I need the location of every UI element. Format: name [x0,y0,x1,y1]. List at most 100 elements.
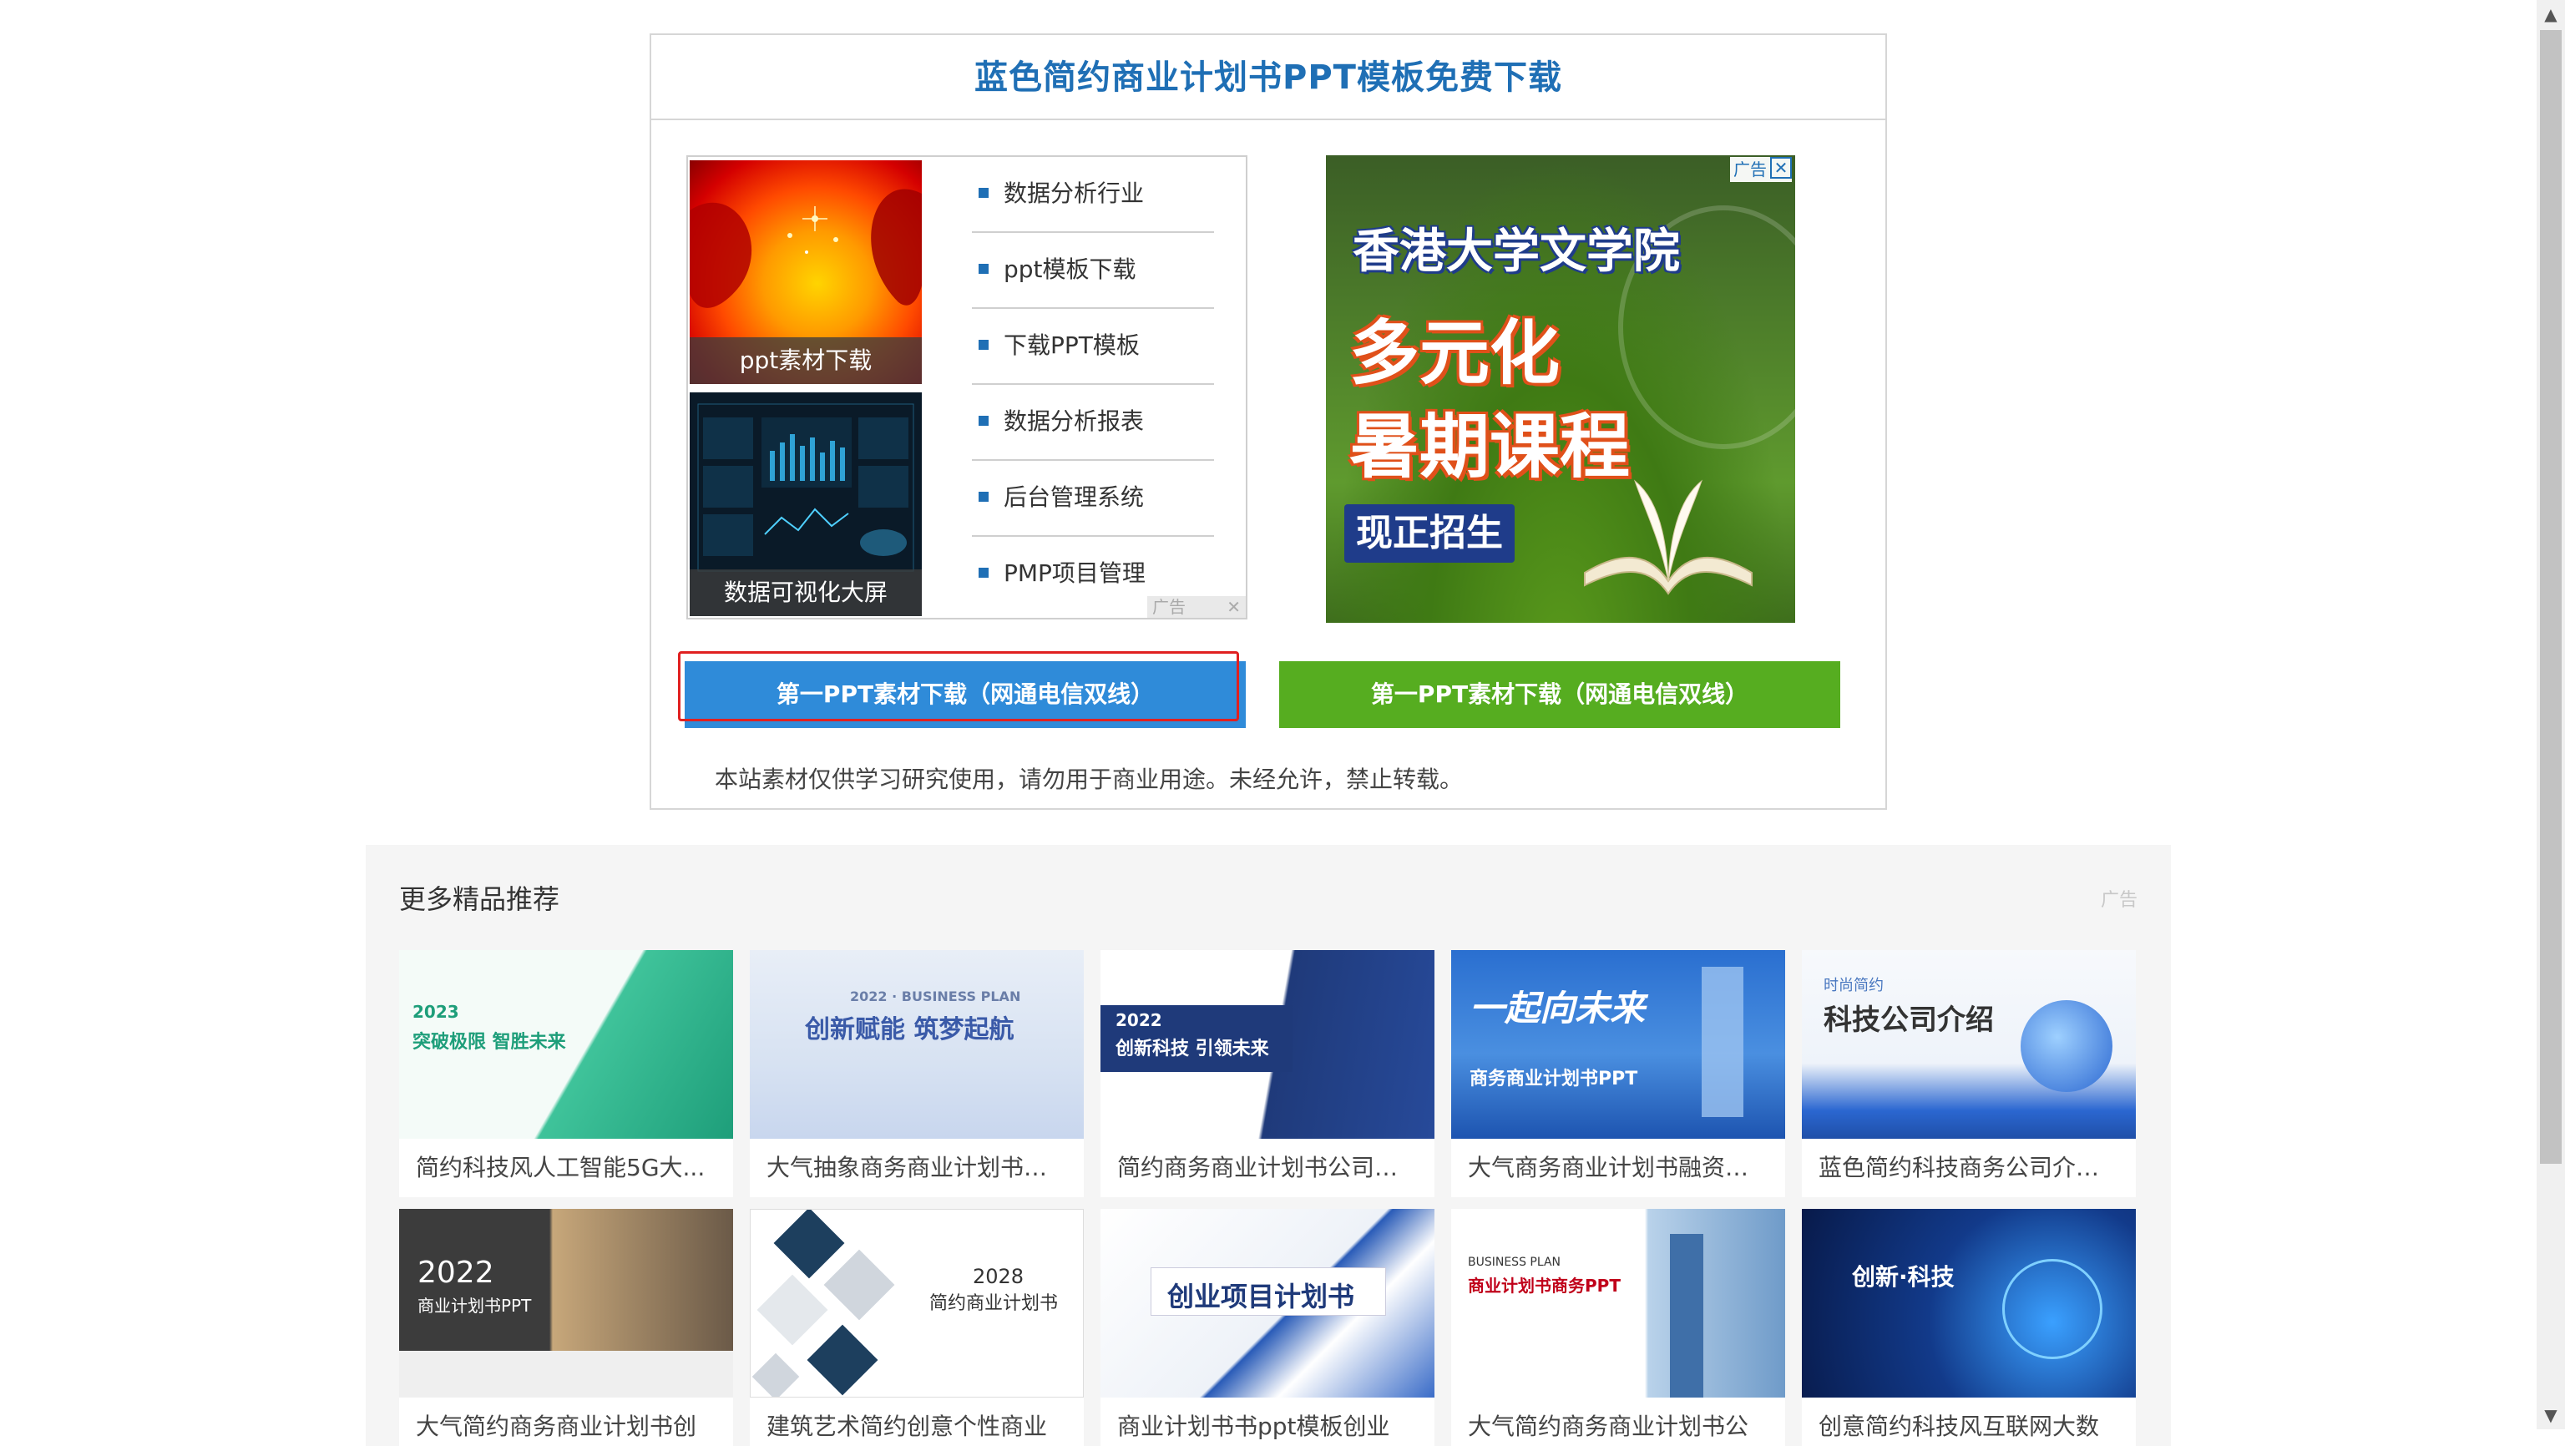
card-title: 简约科技风人工智能5G大... [416,1154,706,1181]
thumb-text: 2028 [973,1265,1024,1288]
ad-subheadline: 多元化 [1349,312,1561,394]
thumb-text: 2022 · BUSINESS PLAN [850,988,1021,1004]
template-card[interactable]: 2022 创新科技 引领未来 简约商务商业计划书公司介... [1100,950,1434,1197]
recommend-section: 更多精品推荐 广告 2023 突破极限 智胜未来 简约科技风人工智能5G大...… [366,845,2171,1456]
card-title: 简约商务商业计划书公司介... [1117,1154,1420,1181]
thumb-text: 创新·科技 [1852,1263,1955,1291]
card-thumbnail: 创新·科技 [1802,1209,2136,1398]
thumb-caption: ppt素材下载 [690,337,922,384]
card-thumbnail: 2022 · BUSINESS PLAN 创新赋能 筑梦起航 [750,950,1084,1139]
card-title: 创意简约科技风互联网大数 [1819,1413,2100,1440]
ad-thumb-data-screen[interactable]: 数据可视化大屏 [690,392,922,616]
bullet-icon [979,416,989,426]
ad-headline: 香港大学文学院 [1353,225,1680,279]
ad-badge-label: 广告 [1152,597,1186,617]
ad-link[interactable]: 下载PPT模板 [972,309,1214,385]
card-title: 大气商务商业计划书融资计... [1468,1154,1771,1181]
template-card[interactable]: 2028 简约商业计划书 建筑艺术简约创意个性商业 [750,1209,1084,1456]
thumb-text: 商业计划书PPT [417,1296,532,1316]
thumb-text: 创新科技 引领未来 [1116,1039,1269,1059]
ad-label: 广告 [2100,890,2138,911]
thumb-text: 2022 [1116,1010,1162,1030]
template-card[interactable]: 创业项目计划书 商业计划书书ppt模板创业 [1100,1209,1434,1456]
card-thumbnail: 时尚简约 科技公司介绍 [1802,950,2136,1139]
bullet-icon [979,264,989,274]
thumb-caption: 数据可视化大屏 [690,569,922,616]
copyright-notice: 本站素材仅供学习研究使用，请勿用于商业用途。未经允许，禁止转载。 [715,766,1464,793]
ad-badge-label: 广告 [1733,159,1767,179]
bullet-icon [979,340,989,350]
template-card[interactable]: 时尚简约 科技公司介绍 蓝色简约科技商务公司介绍... [1802,950,2136,1197]
thumb-text: 创新赋能 筑梦起航 [805,1015,1014,1044]
card-thumbnail: 一起向未来 商务商业计划书PPT [1451,950,1785,1139]
ad-link-label: ppt模板下载 [1004,255,1136,283]
ad-right-banner[interactable]: 香港大学文学院 多元化 暑期课程 现正招生 广告 ✕ [1326,155,1795,623]
ad-left-unit: ppt素材下载 数据可视化大屏 数据分析行业 ppt模板下载 下载PPT模板 数… [686,155,1247,619]
card-title: 大气简约商务商业计划书创 [416,1413,697,1440]
download-title: 蓝色简约商业计划书PPT模板免费下载 [651,35,1885,120]
ad-link-label: 数据分析行业 [1004,179,1145,207]
ad-cta[interactable]: 现正招生 [1344,504,1515,563]
ad-link-label: 下载PPT模板 [1004,331,1140,359]
diamond-pattern-graphic [751,1210,895,1397]
template-card[interactable]: BUSINESS PLAN 商业计划书商务PPT 大气简约商务商业计划书公 [1451,1209,1785,1456]
card-title: 建筑艺术简约创意个性商业 [766,1413,1048,1440]
card-thumbnail: 2022 创新科技 引领未来 [1100,950,1434,1139]
building-graphic [1702,967,1743,1117]
thumb-text: 商业计划书商务PPT [1468,1276,1621,1296]
globe-graphic [2021,1000,2112,1092]
card-title: 大气简约商务商业计划书公 [1468,1413,1749,1440]
download-button-green[interactable]: 第一PPT素材下载（网通电信双线） [1279,661,1840,728]
scroll-down-icon[interactable]: ▼ [2537,1401,2565,1429]
template-card[interactable]: 2022 商业计划书PPT 大气简约商务商业计划书创 [399,1209,733,1456]
scroll-thumb[interactable] [2540,30,2562,1164]
card-thumbnail: 创业项目计划书 [1100,1209,1434,1398]
thumb-text: 科技公司介绍 [1824,1004,1994,1037]
thumb-band [399,1351,733,1398]
thumb-text: BUSINESS PLAN [1468,1256,1561,1269]
thumb-text: 2023 [412,1002,459,1022]
bullet-icon [979,568,989,578]
card-thumbnail: 2028 简约商业计划书 [750,1209,1084,1398]
thumb-text: 2022 [417,1256,494,1290]
ad-link[interactable]: 数据分析报表 [972,385,1214,461]
template-card[interactable]: 2023 突破极限 智胜未来 简约科技风人工智能5G大... [399,950,733,1197]
bullet-icon [979,188,989,198]
ad-badge[interactable]: 广告 ✕ [1147,596,1246,618]
ad-link-list: 数据分析行业 ppt模板下载 下载PPT模板 数据分析报表 后台管理系统 PMP… [972,157,1214,613]
ad-link-label: PMP项目管理 [1004,559,1146,587]
ad-link-label: 后台管理系统 [1004,483,1145,511]
download-box: 蓝色简约商业计划书PPT模板免费下载 ppt素材下载 数据可视化大屏 数据分析行… [650,33,1887,810]
building-graphic [1670,1234,1703,1398]
card-thumbnail: 2022 商业计划书PPT [399,1209,733,1398]
card-title: 蓝色简约科技商务公司介绍... [1819,1154,2122,1181]
section-title: 更多精品推荐 [399,883,560,915]
bullet-icon [979,492,989,502]
ad-thumb-ppt-material[interactable]: ppt素材下载 [690,160,922,384]
close-icon[interactable]: ✕ [1227,596,1241,618]
card-title: 大气抽象商务商业计划书项... [766,1154,1070,1181]
thumb-text: 一起向未来 [1470,988,1646,1029]
thumb-text: 突破极限 智胜未来 [412,1032,566,1053]
card-thumbnail: 2023 突破极限 智胜未来 [399,950,733,1139]
scroll-up-icon[interactable]: ▲ [2537,0,2565,28]
thumb-text: 创业项目计划书 [1167,1281,1355,1312]
open-book-icon [1584,479,1753,595]
close-icon[interactable]: ✕ [1770,157,1792,179]
template-card[interactable]: 2022 · BUSINESS PLAN 创新赋能 筑梦起航 大气抽象商务商业计… [750,950,1084,1197]
scrollbar[interactable]: ▲ ▼ [2537,0,2565,1429]
ad-link-label: 数据分析报表 [1004,407,1145,435]
thumb-text: 时尚简约 [1824,977,1884,994]
card-thumbnail: BUSINESS PLAN 商业计划书商务PPT [1451,1209,1785,1398]
card-title: 商业计划书书ppt模板创业 [1117,1413,1390,1440]
globe-graphic [2002,1259,2102,1359]
ad-link[interactable]: 数据分析行业 [972,157,1214,233]
ad-link[interactable]: 后台管理系统 [972,461,1214,537]
thumb-text: 简约商业计划书 [929,1293,1059,1314]
template-card[interactable]: 创新·科技 创意简约科技风互联网大数 [1802,1209,2136,1456]
ad-link[interactable]: ppt模板下载 [972,233,1214,309]
focus-highlight [678,651,1239,721]
template-card[interactable]: 一起向未来 商务商业计划书PPT 大气商务商业计划书融资计... [1451,950,1785,1197]
ad-badge[interactable]: 广告 ✕ [1730,157,1792,182]
thumb-text: 商务商业计划书PPT [1470,1069,1638,1089]
